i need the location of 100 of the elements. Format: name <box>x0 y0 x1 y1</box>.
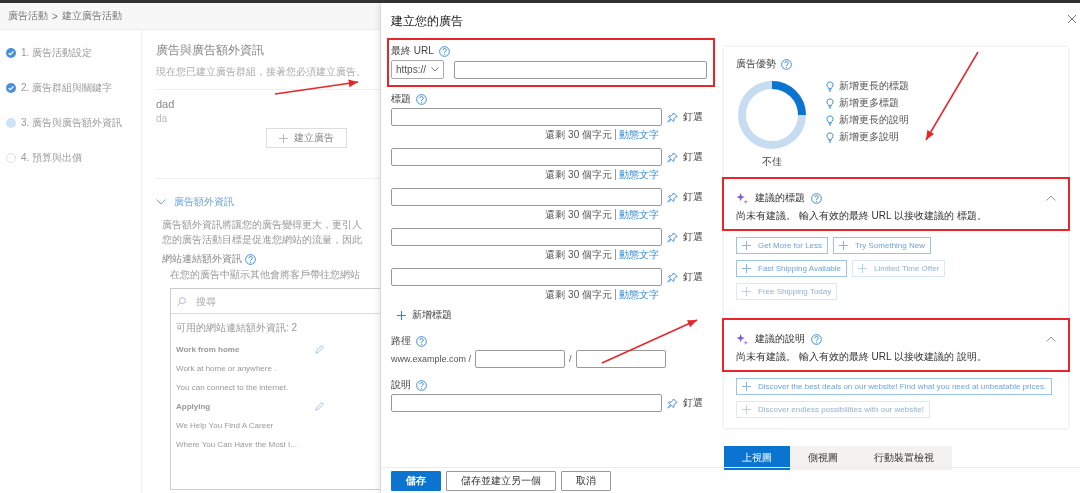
dialog-title: 建立您的廣告 <box>391 13 464 30</box>
character-counter: 還剩 30 個字元 <box>545 209 612 220</box>
breadcrumb-current: 建立廣告活動 <box>61 9 122 23</box>
save-button[interactable]: 儲存 <box>391 471 441 491</box>
pin-label[interactable]: 釘選 <box>683 190 703 204</box>
path-field[interactable] <box>575 350 666 368</box>
suggestion-title: 建議的標題 <box>755 191 805 205</box>
ad-strength-rating: 不佳 <box>762 155 782 169</box>
add-headline-button[interactable]: 新增標題 <box>397 308 452 322</box>
step-label[interactable]: 2. 廣告群組與關鍵字 <box>21 81 113 95</box>
headline-field[interactable] <box>391 228 662 246</box>
page-subtitle: 現在您已建立廣告群組，接著您必須建立廣告。 <box>156 65 367 79</box>
preview-tab[interactable]: 行動裝置檢視 <box>856 446 952 470</box>
pin-icon <box>667 231 678 243</box>
help-icon[interactable] <box>811 192 822 204</box>
sitelink-line: Where You Can Have the Most I... <box>176 440 298 449</box>
field-label: 說明 <box>391 378 411 392</box>
breadcrumb-separator: > <box>52 10 58 22</box>
domain-text: www.example.com / <box>391 354 472 364</box>
field-label: 標題 <box>391 92 411 106</box>
url-field[interactable] <box>454 60 707 79</box>
pin-label[interactable]: 釘選 <box>683 396 703 410</box>
sitelink-line: Work at home or anywhere . <box>176 364 278 373</box>
character-counter: 還剩 30 個字元 <box>545 129 612 140</box>
caret-icon[interactable] <box>1046 195 1056 201</box>
protocol-dropdown[interactable]: https:// <box>391 60 444 79</box>
suggestion-chip[interactable]: Discover the best deals on our website! Find what you need at unbeatable prices. <box>736 378 1053 395</box>
ad-strength-tip: 新增更長的標題 <box>839 79 909 93</box>
path-separator: / <box>569 354 572 364</box>
lightbulb-icon <box>825 97 835 109</box>
lightbulb-icon <box>825 131 835 143</box>
help-icon[interactable] <box>416 93 427 105</box>
pencil-icon[interactable] <box>315 402 324 411</box>
sparkle-icon <box>736 191 749 205</box>
chevron-icon <box>431 67 439 72</box>
breadcrumb-link[interactable]: 廣告活動 <box>8 9 48 23</box>
headline-field[interactable] <box>391 188 662 206</box>
pin-icon <box>667 271 678 283</box>
help-icon[interactable] <box>416 379 427 391</box>
sitelink-line: You can connect to the internet. <box>176 383 290 392</box>
plus-icon <box>742 287 751 296</box>
plus-icon <box>858 264 868 273</box>
description-field[interactable] <box>391 394 662 412</box>
page-heading: 廣告與廣告額外資訊 <box>156 42 265 59</box>
pin-icon <box>667 151 678 163</box>
ad-group-name: dad <box>156 98 176 110</box>
chevron-icon[interactable] <box>156 199 166 205</box>
step-label[interactable]: 3. 廣告與廣告額外資訊 <box>21 116 123 130</box>
dynamic-text-link[interactable]: 動態文字 <box>615 169 659 180</box>
dynamic-text-link[interactable]: 動態文字 <box>615 129 659 140</box>
plus-icon <box>742 264 751 273</box>
sitelinks-label: 網站連結額外資訊 <box>162 252 242 266</box>
path-field[interactable] <box>475 350 566 368</box>
search-icon <box>177 296 186 306</box>
ad-strength-tip: 新增更多說明 <box>839 130 899 144</box>
ad-strength-tip: 新增更多標題 <box>839 96 899 110</box>
plus-icon <box>279 133 288 143</box>
search-field[interactable]: 搜尋 <box>196 295 296 307</box>
ad-group-detail: da <box>156 113 169 124</box>
suggestion-chip[interactable]: Try Something New <box>833 237 931 254</box>
headline-field[interactable] <box>391 108 662 126</box>
preview-tab[interactable]: 側視圖 <box>790 446 856 470</box>
dynamic-text-link[interactable]: 動態文字 <box>615 209 659 220</box>
preview-tab[interactable]: 上視圖 <box>724 446 790 470</box>
step-label[interactable]: 1. 廣告活動設定 <box>21 46 93 60</box>
pencil-icon[interactable] <box>315 345 324 354</box>
sitelink-title: Applying <box>176 402 211 411</box>
caret-icon[interactable] <box>1046 336 1056 342</box>
field-label: 路徑 <box>391 334 411 348</box>
pin-label[interactable]: 釘選 <box>683 270 703 284</box>
create-ad-button[interactable]: 建立廣告 <box>266 128 347 148</box>
help-icon[interactable] <box>245 253 256 265</box>
help-icon[interactable] <box>438 45 450 57</box>
suggestion-chip[interactable]: Fast Shipping Available <box>736 260 848 277</box>
help-icon[interactable] <box>416 335 427 347</box>
pin-label[interactable]: 釘選 <box>683 150 703 164</box>
step-label[interactable]: 4. 預算與出價 <box>21 151 83 165</box>
headline-field[interactable] <box>391 148 662 166</box>
pin-icon <box>667 111 678 123</box>
sitelink-line: We Help You Find A Career <box>176 421 275 430</box>
character-counter: 還剩 30 個字元 <box>545 289 612 300</box>
ad-strength-title: 廣告優勢 <box>736 57 776 71</box>
lightbulb-icon <box>825 114 835 126</box>
section-title[interactable]: 廣告額外資訊 <box>174 195 234 209</box>
suggestion-message: 尚未有建議。 輸入有效的最終 URL 以接收建議的 標題。 <box>736 209 988 223</box>
headline-field[interactable] <box>391 268 662 286</box>
character-counter: 還剩 30 個字元 <box>545 249 612 260</box>
sparkle-icon <box>736 332 749 346</box>
footer-button[interactable]: 取消 <box>561 471 611 491</box>
pin-label[interactable]: 釘選 <box>683 230 703 244</box>
dynamic-text-link[interactable]: 動態文字 <box>615 289 659 300</box>
footer-button[interactable]: 儲存並建立另一個 <box>446 471 556 491</box>
suggestion-chip[interactable]: Get More for Less <box>736 237 829 254</box>
close-icon[interactable] <box>1068 15 1076 23</box>
ad-strength-donut <box>736 79 808 151</box>
pin-label[interactable]: 釘選 <box>683 110 703 124</box>
help-icon[interactable] <box>811 333 822 345</box>
pin-icon <box>667 397 678 409</box>
help-icon[interactable] <box>781 58 792 70</box>
dynamic-text-link[interactable]: 動態文字 <box>615 249 659 260</box>
